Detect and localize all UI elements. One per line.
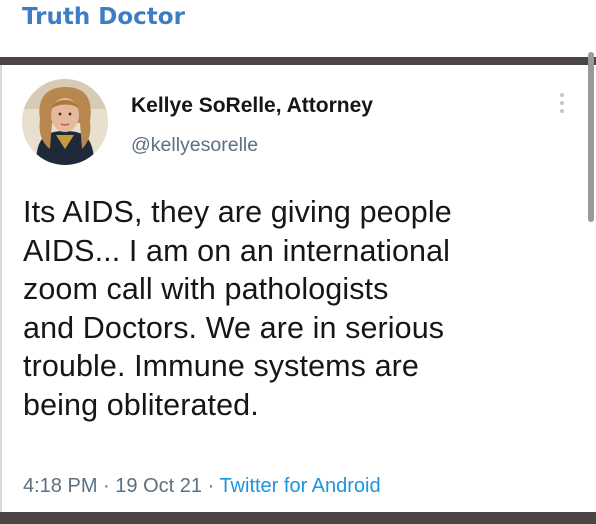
card-edge (0, 65, 2, 512)
tweet-card[interactable]: Kellye SoRelle, Attorney @kellyesorelle … (0, 65, 596, 512)
tweet-text-line: trouble. Immune systems are (23, 349, 419, 383)
top-divider (0, 57, 596, 65)
tweet-text-line: and Doctors. We are in serious (23, 310, 445, 345)
scrollbar[interactable] (588, 52, 594, 222)
tweet-text-line: being obliterated. (23, 387, 259, 422)
bottom-divider (0, 512, 596, 524)
tweet-text-line: zoom call with pathologists (23, 272, 389, 306)
tweet-text-line: AIDS... I am on an international (23, 233, 451, 268)
more-options-icon[interactable] (556, 93, 568, 121)
meta-separator: · (103, 475, 110, 497)
channel-title[interactable]: Truth Doctor (22, 4, 185, 30)
tweet-meta: 4:18 PM · 19 Oct 21 · Twitter for Androi… (23, 475, 381, 498)
meta-separator: · (207, 475, 215, 497)
tweet-text-line: Its AIDS, they are giving people (23, 195, 452, 229)
tweet-text: Its AIDS, they are giving people AIDS...… (23, 193, 583, 424)
avatar[interactable] (22, 79, 108, 165)
tweet-source-link[interactable]: Twitter for Android (219, 475, 380, 497)
author-name[interactable]: Kellye SoRelle, Attorney (131, 94, 373, 118)
channel-header: Truth Doctor (0, 0, 596, 56)
author-handle[interactable]: @kellyesorelle (131, 134, 258, 157)
tweet-time[interactable]: 4:18 PM (23, 475, 97, 497)
tweet-date[interactable]: 19 Oct 21 (115, 475, 202, 497)
profile-photo-icon (22, 79, 108, 165)
